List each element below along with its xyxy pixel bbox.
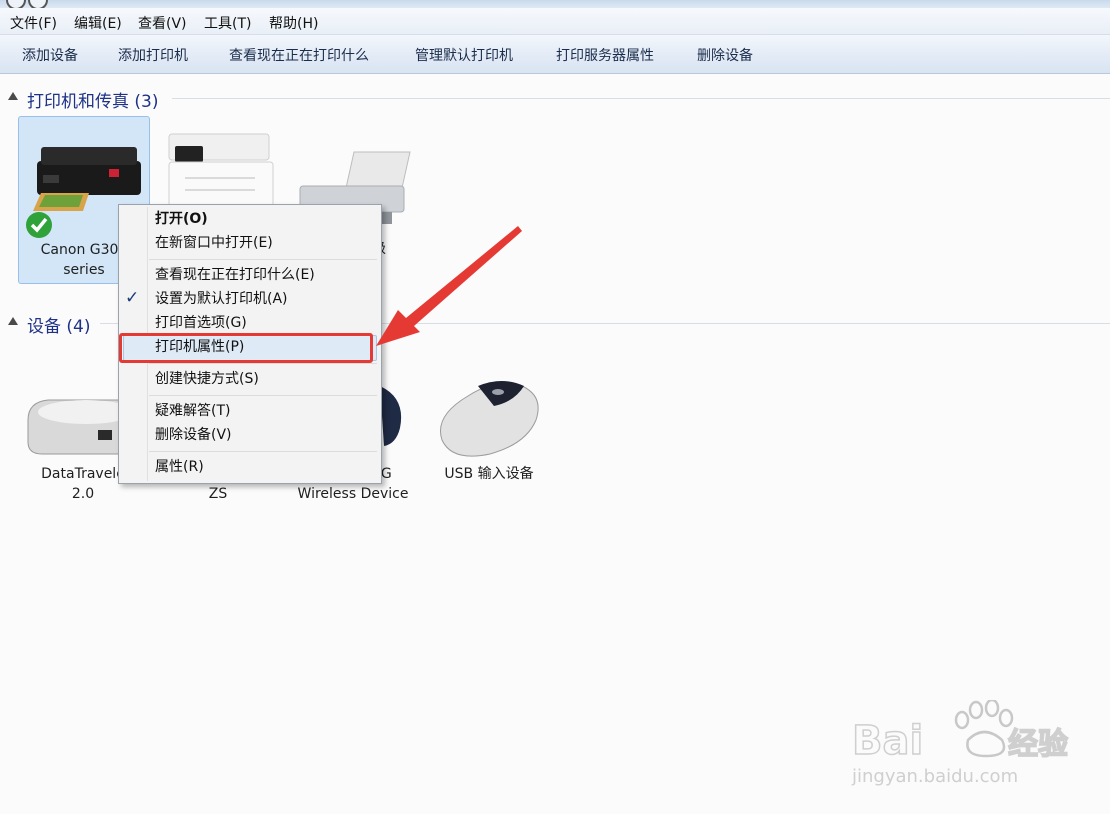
menu-item-set-default[interactable]: 设置为默认打印机(A) [155, 288, 288, 310]
usb-mouse-icon [440, 381, 539, 457]
manage-default-printers-button[interactable]: 管理默认打印机 [415, 45, 513, 65]
devices-group-title: 设备 (4) [27, 317, 91, 337]
command-bar: 添加设备 添加打印机 查看现在正在打印什么 管理默认打印机 打印服务器属性 删除… [0, 35, 1110, 74]
menu-edit[interactable]: 编辑(E) [74, 13, 122, 33]
menu-separator [149, 395, 377, 396]
device-label: ZS [208, 486, 228, 502]
menu-bar: 文件(F) 编辑(E) 查看(V) 工具(T) 帮助(H) [0, 8, 1110, 35]
add-printer-button[interactable]: 添加打印机 [118, 45, 188, 65]
menu-item-open-new-window[interactable]: 在新窗口中打开(E) [155, 232, 273, 254]
print-server-properties-button[interactable]: 打印服务器属性 [556, 45, 654, 65]
laser-mfp-printer-icon [168, 133, 274, 207]
menu-item-troubleshoot[interactable]: 疑难解答(T) [155, 400, 230, 422]
menu-help[interactable]: 帮助(H) [269, 13, 318, 33]
menu-separator [149, 363, 377, 364]
menu-item-see-whats-printing[interactable]: 查看现在正在打印什么(E) [155, 264, 315, 286]
menu-separator [149, 451, 377, 452]
checkmark-icon: ✓ [125, 288, 140, 308]
window-title-strip [0, 0, 1110, 10]
collapse-triangle-icon[interactable] [8, 317, 18, 325]
see-whats-printing-button[interactable]: 查看现在正在打印什么 [229, 45, 369, 65]
menu-tools[interactable]: 工具(T) [204, 13, 251, 33]
device-usb-input[interactable]: USB 输入设备 [424, 368, 554, 508]
annotation-arrow-icon [376, 226, 522, 346]
menu-item-printing-preferences[interactable]: 打印首选项(G) [155, 312, 247, 334]
menu-item-open[interactable]: 打开(O) [155, 208, 208, 230]
menu-file[interactable]: 文件(F) [10, 13, 57, 33]
default-check-icon [26, 212, 52, 238]
collapse-triangle-icon[interactable] [8, 92, 18, 100]
watermark-cn: 经验 [1008, 727, 1068, 762]
menu-item-properties[interactable]: 属性(R) [155, 456, 204, 478]
group-divider [172, 98, 1110, 99]
baidu-watermark: Bai 经验 jingyan.baidu.com [850, 698, 1100, 790]
menu-view[interactable]: 查看(V) [138, 13, 187, 33]
watermark-brand: Bai [852, 718, 923, 764]
annotation-highlight-box [119, 333, 373, 363]
menu-item-remove-device[interactable]: 删除设备(V) [155, 424, 232, 446]
printers-group-title: 打印机和传真 (3) [27, 92, 159, 112]
device-label: USB 输入设备 [444, 466, 534, 482]
baidu-paw-logo: Bai 经验 jingyan.baidu.com [851, 698, 1069, 787]
remove-device-button[interactable]: 删除设备 [697, 45, 753, 65]
menu-separator [149, 259, 377, 260]
menu-item-create-shortcut[interactable]: 创建快捷方式(S) [155, 368, 259, 390]
device-label: Wireless Device [297, 486, 409, 502]
add-device-button[interactable]: 添加设备 [22, 45, 78, 65]
watermark-url: jingyan.baidu.com [851, 766, 1018, 787]
device-label: 2.0 [71, 486, 95, 502]
